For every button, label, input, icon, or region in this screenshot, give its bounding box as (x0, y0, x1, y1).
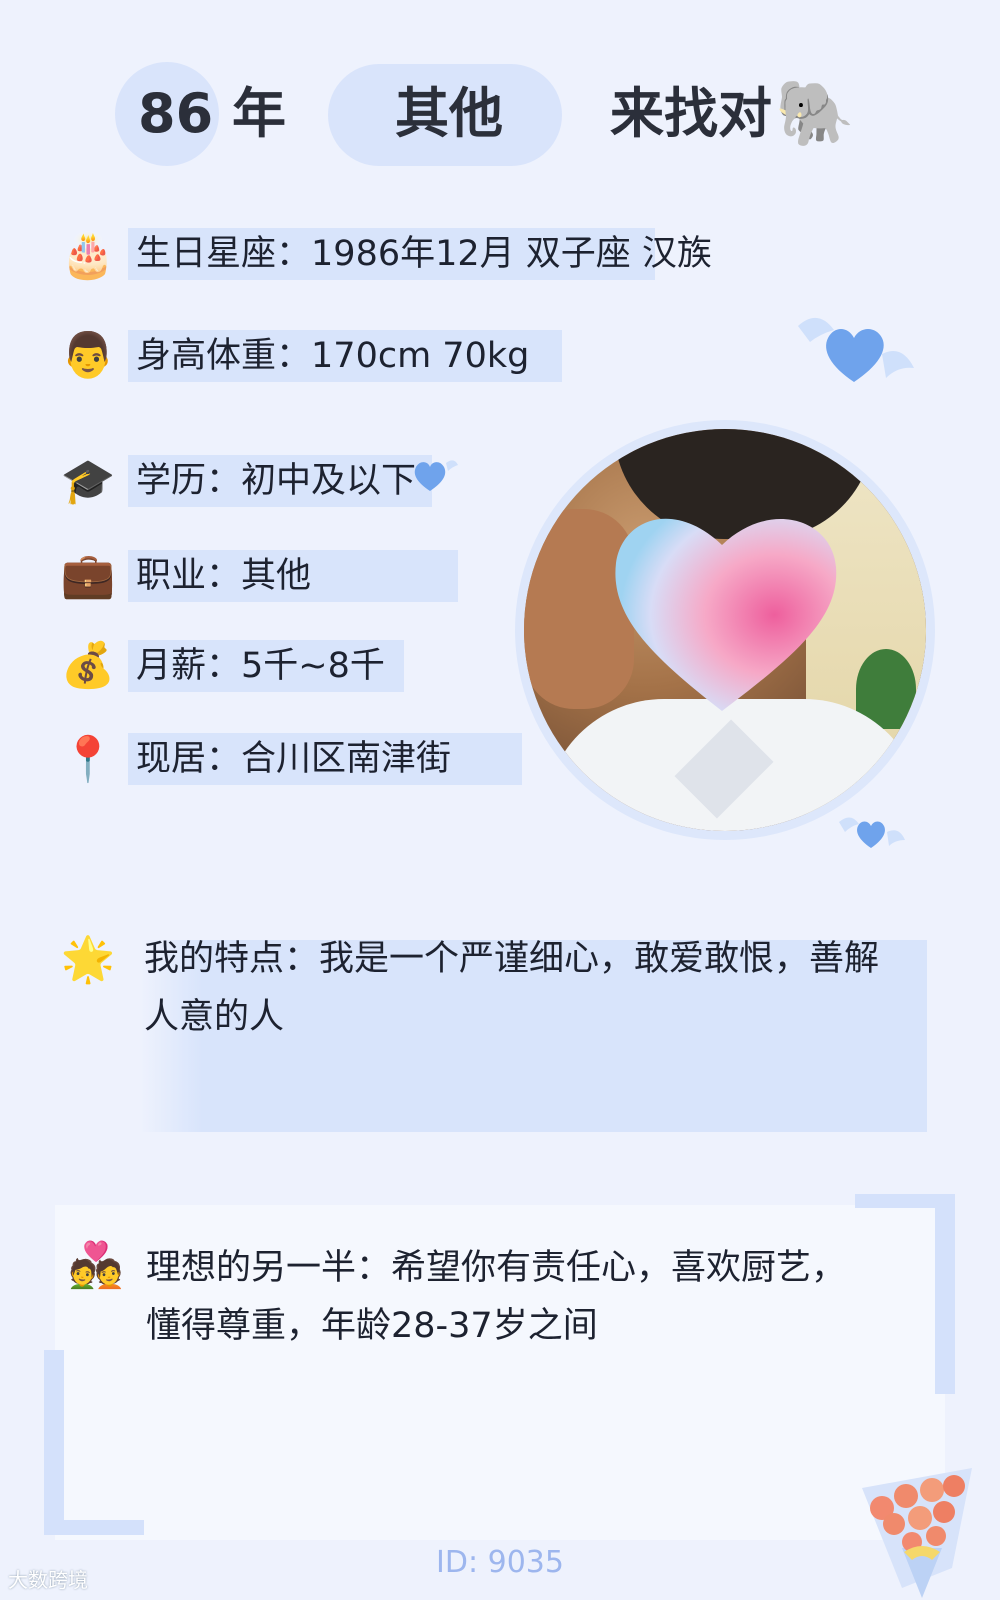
features-label: 我的特点 (144, 939, 319, 979)
card-bracket-left (44, 1350, 64, 1535)
residence-value: 合川区南津街 (241, 739, 452, 779)
education-label: 学历 (136, 461, 241, 501)
height-weight-row: 身高体重170cm 70kg (136, 330, 529, 382)
birthday-row: 生日星座1986年12月 双子座 汉族 (136, 228, 712, 280)
birthday-label: 生日星座 (136, 234, 311, 274)
card-bracket-bottom (44, 1520, 144, 1535)
age-unit: 年 (232, 82, 286, 145)
briefcase-icon: 💼 (60, 550, 116, 601)
elephant-icon: 🐘 (775, 77, 855, 151)
features-text: 我的特点我是一个严谨细心，敢爱敢恨，善解人意的人 (144, 930, 884, 1046)
man-icon: 👨 (60, 330, 116, 381)
job-label: 职业 (136, 556, 241, 596)
birthday-value: 1986年12月 双子座 汉族 (311, 234, 712, 274)
glowing-star-icon: 🌟 (60, 934, 116, 985)
salary-value: 5千~8千 (241, 646, 385, 686)
cake-icon: 🎂 (60, 230, 116, 281)
residence-label: 现居 (136, 739, 241, 779)
age-number: 86 (138, 82, 214, 145)
height-weight-value: 170cm 70kg (311, 336, 530, 376)
height-weight-label: 身高体重 (136, 336, 311, 376)
card-bracket-right (935, 1194, 955, 1394)
slogan: 来找对 (610, 82, 772, 145)
education-value: 初中及以下 (241, 461, 417, 501)
residence-row: 现居合川区南津街 (136, 733, 451, 785)
location-pin-icon: 📍 (60, 734, 116, 785)
watermark-logo: 大数跨境 (8, 1568, 88, 1592)
privacy-heart-icon (615, 518, 837, 711)
salary-label: 月薪 (136, 646, 241, 686)
graduation-cap-icon: 🎓 (60, 456, 116, 507)
winged-heart-icon (798, 317, 914, 382)
education-row: 学历初中及以下 (136, 455, 416, 507)
couple-heart-icon: 💑 (68, 1240, 124, 1291)
ideal-partner-text: 理想的另一半希望你有责任心，喜欢厨艺，懂得尊重，年龄28-37岁之间 (146, 1239, 876, 1355)
job-value: 其他 (241, 556, 312, 596)
salary-row: 月薪5千~8千 (136, 640, 385, 692)
small-heart-icon (414, 460, 458, 491)
occupation-tag: 其他 (395, 82, 503, 145)
ideal-partner-label: 理想的另一半 (146, 1248, 391, 1288)
money-bag-icon: 💰 (60, 640, 116, 691)
job-row: 职业其他 (136, 550, 311, 602)
profile-id: ID: 9035 (436, 1545, 564, 1580)
